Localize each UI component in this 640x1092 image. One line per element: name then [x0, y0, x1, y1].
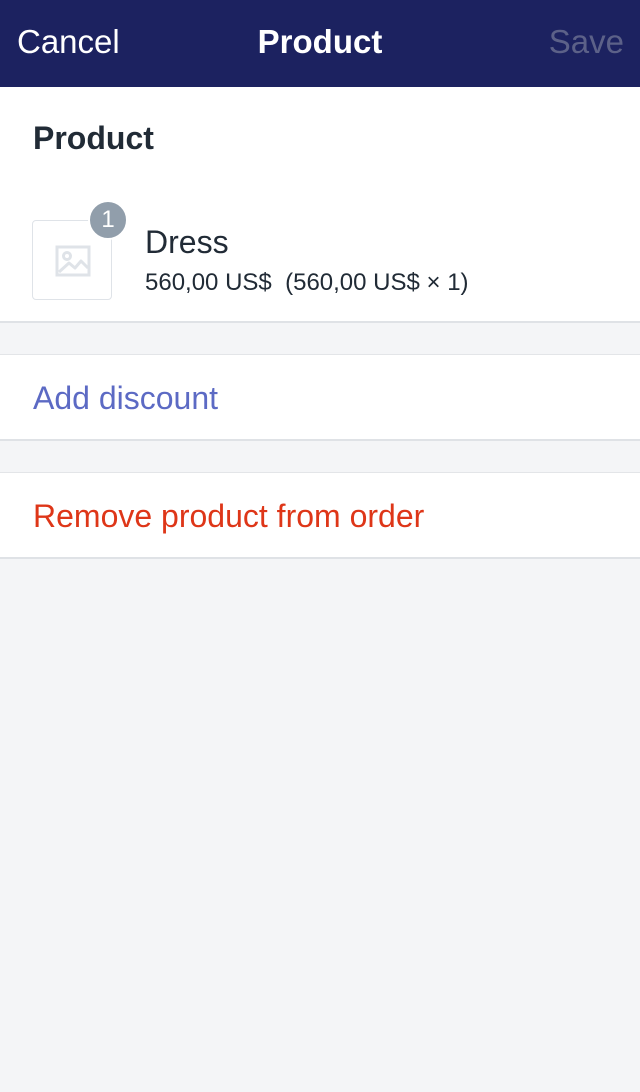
section-heading: Product	[33, 120, 154, 156]
add-discount-button[interactable]: Add discount	[33, 379, 218, 417]
image-placeholder-icon	[55, 245, 91, 277]
remove-product-button[interactable]: Remove product from order	[33, 497, 424, 535]
product-section: Product 1 Dress 560,00 US$ (560,00 US$ ×…	[0, 87, 640, 323]
add-discount-row[interactable]: Add discount	[0, 354, 640, 441]
product-name: Dress	[145, 224, 229, 260]
quantity-badge: 1	[88, 200, 128, 240]
product-price-line: 560,00 US$ (560,00 US$ × 1)	[145, 269, 469, 296]
remove-product-row[interactable]: Remove product from order	[0, 472, 640, 559]
top-nav-bar: Cancel Product Save	[0, 0, 640, 87]
cancel-button[interactable]: Cancel	[17, 22, 120, 62]
save-button[interactable]: Save	[549, 22, 624, 62]
